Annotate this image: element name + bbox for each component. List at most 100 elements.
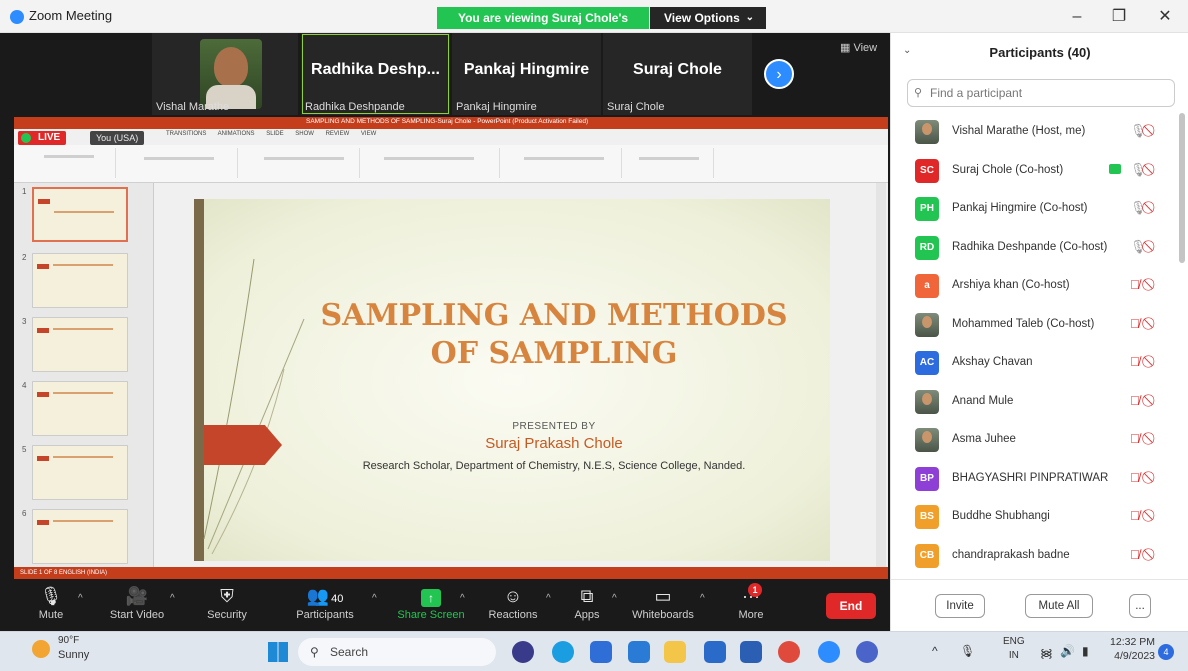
mic-muted-icon[interactable]: 🎙̸ <box>1130 277 1140 292</box>
security-button[interactable]: ⛨ Security <box>188 583 266 629</box>
presenter-name: Suraj Prakash Chole <box>485 435 623 452</box>
mic-muted-icon[interactable]: 🎙̸ <box>1130 470 1140 485</box>
volume-icon[interactable]: 🔊 <box>1060 644 1075 658</box>
mic-muted-icon[interactable]: 🎙̸ <box>1130 393 1140 408</box>
participants-label: Participants <box>296 609 354 621</box>
store-icon[interactable] <box>590 641 612 663</box>
slide-thumbnail[interactable] <box>32 253 128 308</box>
microphone-icon[interactable]: 🎙 <box>1130 162 1147 178</box>
slide-thumbnail[interactable] <box>32 187 128 242</box>
battery-icon[interactable]: ▮ <box>1082 644 1089 658</box>
slide-thumbnail[interactable] <box>32 317 128 372</box>
view-options-button[interactable]: View Options ⌄ <box>650 7 766 29</box>
tile-display-name: Radhika Deshp... <box>311 61 440 78</box>
file-explorer-icon[interactable] <box>664 641 686 663</box>
participant-row[interactable]: BSBuddhe Shubhangi🎙̸⃠ <box>891 498 1181 537</box>
mic-muted-icon[interactable]: 🎙̸ <box>1130 431 1140 446</box>
share-options-chevron-icon[interactable]: ^ <box>460 593 465 604</box>
ppt-ribbon-tabs: TRANSITIONS ANIMATIONS SLIDE SHOW REVIEW… <box>166 131 377 137</box>
next-page-arrow-icon[interactable]: › <box>764 59 794 89</box>
view-button[interactable]: ▦ View <box>840 41 877 54</box>
search-icon: ⚲ <box>914 87 923 99</box>
ppt-status-bar: SLIDE 1 OF 8 ENGLISH (INDIA) <box>14 567 888 579</box>
more-button[interactable]: ··· 1 More <box>712 583 790 629</box>
windows-start-icon[interactable] <box>268 642 288 662</box>
apps-button[interactable]: ⧉ Apps <box>548 583 626 629</box>
mic-muted-icon[interactable]: 🎙̸ <box>1130 316 1140 331</box>
participants-button[interactable]: 👥 40 Participants <box>286 583 364 629</box>
close-icon[interactable]: ✕ <box>1152 6 1178 28</box>
show-hidden-icons-chevron-icon[interactable]: ^ <box>932 644 938 658</box>
video-tile-radhika[interactable]: Radhika Deshp... Radhika Deshpande <box>301 33 450 115</box>
live-badge[interactable]: LIVE <box>18 131 67 145</box>
restore-icon[interactable]: ❐ <box>1106 6 1132 28</box>
video-tile-pankaj[interactable]: Pankaj Hingmire Pankaj Hingmire <box>452 33 601 115</box>
participant-search-input[interactable]: ⚲ Find a participant <box>907 79 1175 107</box>
apps-chevron-icon[interactable]: ^ <box>612 593 617 604</box>
input-language[interactable]: ENG IN <box>1003 635 1025 663</box>
shared-screen[interactable]: SAMPLING AND METHODS OF SAMPLING-Suraj C… <box>14 117 888 579</box>
participants-chevron-icon[interactable]: ^ <box>372 593 377 604</box>
end-meeting-button[interactable]: End <box>826 593 876 619</box>
participant-row[interactable]: RDRadhika Deshpande (Co-host)🎙⃠ <box>891 229 1181 268</box>
zoom-taskbar-icon[interactable] <box>818 641 840 663</box>
audio-options-chevron-icon[interactable]: ^ <box>78 593 83 604</box>
participant-row[interactable]: aArshiya khan (Co-host)🎙̸⃠ <box>891 267 1181 306</box>
reactions-button[interactable]: ☺ Reactions <box>474 583 552 629</box>
word-icon[interactable] <box>740 641 762 663</box>
mute-all-button[interactable]: Mute All <box>1025 594 1093 618</box>
participant-row[interactable]: ACAkshay Chavan🎙̸⃠ <box>891 344 1181 383</box>
participant-row[interactable]: SCSuraj Chole (Co-host)🎙⃠ <box>891 152 1181 191</box>
whiteboards-button[interactable]: ▭ Whiteboards <box>624 583 702 629</box>
system-clock[interactable]: 12:32 PM 4/9/2023 <box>1105 635 1155 663</box>
whiteboards-chevron-icon[interactable]: ^ <box>700 593 705 604</box>
participant-list-scrollbar[interactable] <box>1179 113 1185 263</box>
linkedin-icon[interactable] <box>704 641 726 663</box>
participant-name: Arshiya khan (Co-host) <box>952 279 1070 291</box>
participant-row[interactable]: Asma Juhee🎙̸⃠ <box>891 421 1181 460</box>
chrome-icon[interactable] <box>778 641 800 663</box>
start-video-button[interactable]: 🎥 Start Video <box>98 583 176 629</box>
app-icon[interactable] <box>856 641 878 663</box>
participant-row[interactable]: BPBHAGYASHRI PINPRATIWAR🎙̸⃠ <box>891 460 1181 499</box>
share-screen-label: Share Screen <box>397 609 465 621</box>
ppt-scrollbar[interactable] <box>876 183 886 567</box>
invite-button[interactable]: Invite <box>935 594 985 618</box>
participant-row[interactable]: Vishal Marathe (Host, me)🎙⃠ <box>891 113 1181 152</box>
you-indicator[interactable]: You (USA) <box>90 131 145 145</box>
mic-muted-icon[interactable]: 🎙̸ <box>1130 354 1140 369</box>
taskbar-search[interactable]: ⚲ Search <box>298 638 496 666</box>
lang-bottom: IN <box>1008 650 1019 661</box>
microphone-icon[interactable]: 🎙 <box>1130 239 1147 255</box>
video-tile-suraj[interactable]: Suraj Chole Suraj Chole <box>603 33 752 115</box>
participant-row[interactable]: Anand Mule🎙̸⃠ <box>891 383 1181 422</box>
participants-icon: 👥 40 <box>306 586 344 606</box>
participant-row[interactable]: PHPankaj Hingmire (Co-host)🎙⃠ <box>891 190 1181 229</box>
participant-name: Akshay Chavan <box>952 356 1033 368</box>
edge-icon[interactable] <box>552 641 574 663</box>
minimize-icon[interactable]: – <box>1064 6 1090 28</box>
video-options-chevron-icon[interactable]: ^ <box>170 593 175 604</box>
mail-icon[interactable] <box>628 641 650 663</box>
mic-muted-icon[interactable]: 🎙̸ <box>1130 547 1140 562</box>
video-tile-vishal[interactable]: Vishal Marathe <box>152 33 298 115</box>
weather-condition[interactable]: Sunny <box>58 649 89 661</box>
microphone-tray-icon[interactable]: 🎙 <box>960 644 975 658</box>
more-options-button[interactable]: ... <box>1129 594 1151 618</box>
meet-app-icon[interactable] <box>512 641 534 663</box>
slide-thumbnail[interactable] <box>32 509 128 564</box>
wifi-icon[interactable]: ᯼ <box>1040 644 1053 661</box>
share-screen-button[interactable]: ↑ Share Screen <box>392 583 470 629</box>
participant-row[interactable]: Mohammed Taleb (Co-host)🎙̸⃠ <box>891 306 1181 345</box>
weather-temperature[interactable]: 90°F <box>58 635 79 646</box>
notification-badge[interactable]: 4 <box>1158 644 1174 660</box>
microphone-icon[interactable]: 🎙 <box>1130 200 1147 216</box>
sun-icon[interactable] <box>32 640 50 658</box>
mute-button[interactable]: 🎙 Mute <box>12 583 90 629</box>
slide-thumbnail[interactable] <box>32 381 128 436</box>
avatar <box>915 120 939 144</box>
mic-muted-icon[interactable]: 🎙̸ <box>1130 508 1140 523</box>
slide-thumbnail[interactable] <box>32 445 128 500</box>
participant-row[interactable]: CBchandraprakash badne🎙̸⃠ <box>891 537 1181 576</box>
microphone-icon[interactable]: 🎙 <box>1130 123 1147 139</box>
